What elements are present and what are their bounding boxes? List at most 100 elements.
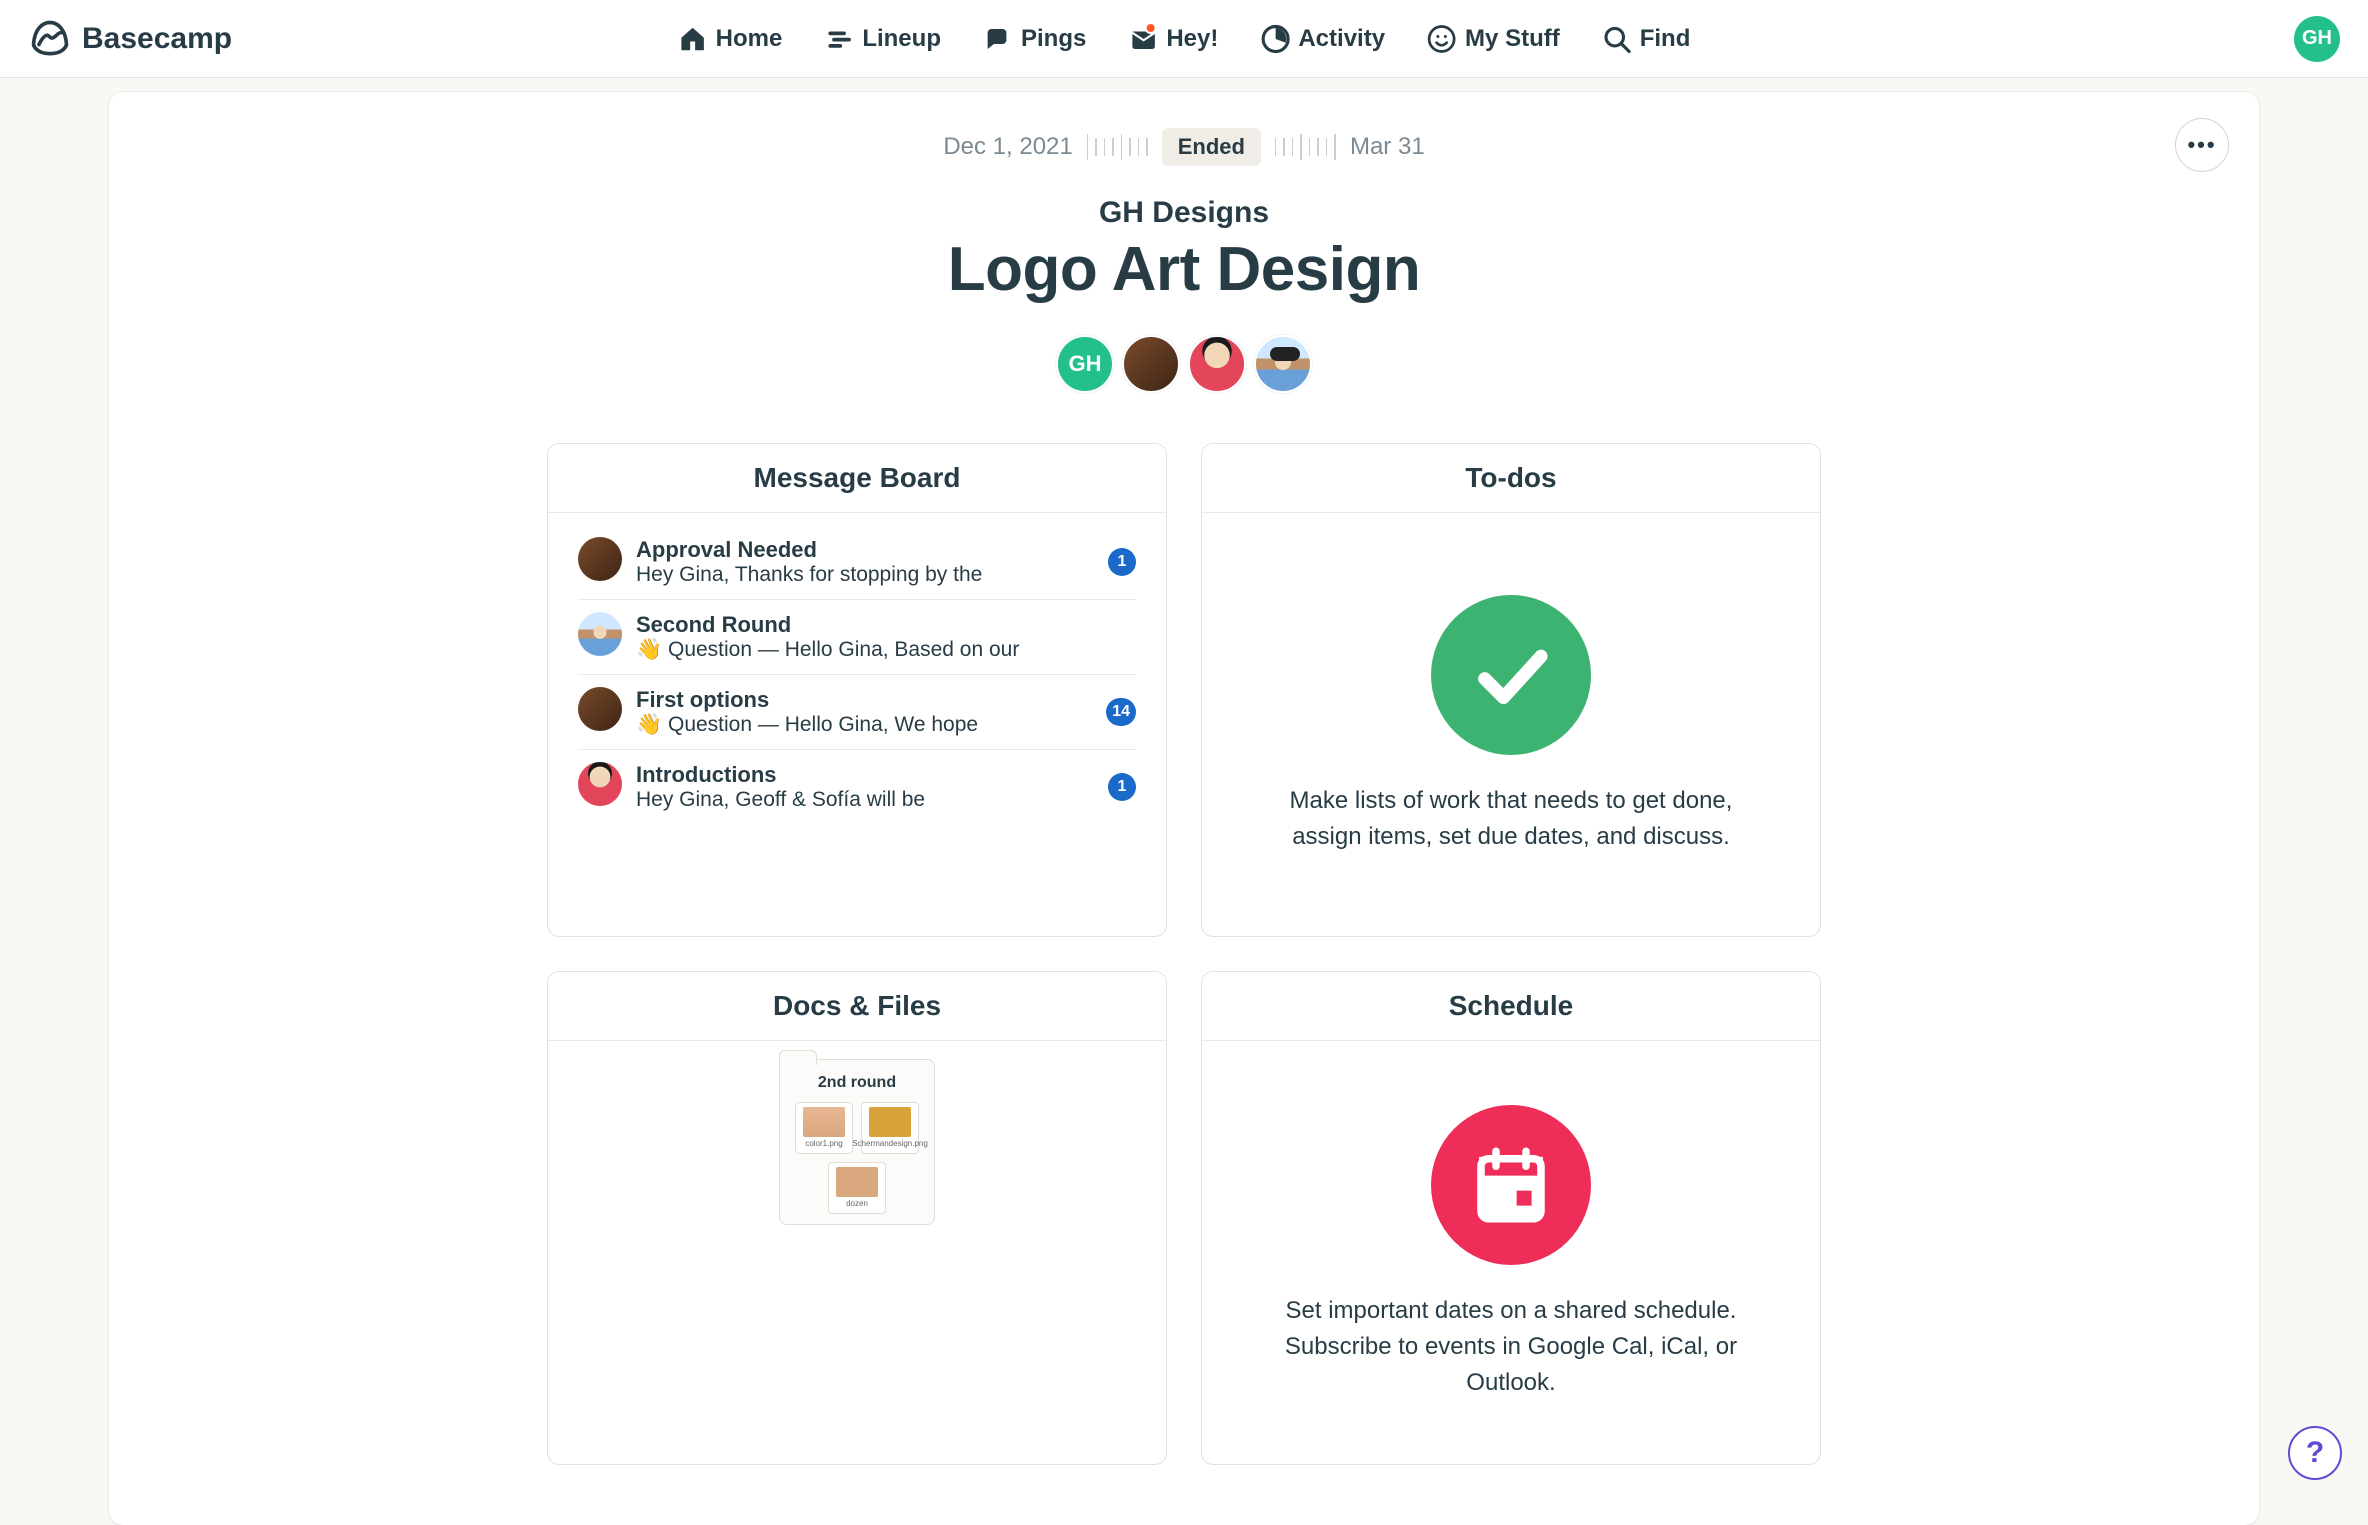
card-message-board[interactable]: Message Board Approval Needed Hey Gina, … (547, 443, 1167, 937)
message-avatar (578, 612, 622, 656)
file-swatch (869, 1107, 911, 1137)
message-item[interactable]: Second Round 👋 Question — Hello Gina, Ba… (578, 600, 1136, 675)
message-badge: 1 (1108, 773, 1136, 801)
message-text: Second Round 👋 Question — Hello Gina, Ba… (636, 612, 1136, 662)
nav-mystuff[interactable]: My Stuff (1427, 24, 1560, 54)
help-icon: ? (2306, 1436, 2324, 1470)
top-nav: Basecamp Home Lineup Pings Hey! Activity… (0, 0, 2368, 78)
org-name: GH Designs (149, 196, 2219, 230)
nav-find[interactable]: Find (1602, 24, 1691, 54)
todos-icon (1431, 595, 1591, 755)
nav-activity-label: Activity (1298, 25, 1385, 53)
nav-activity[interactable]: Activity (1260, 24, 1385, 54)
message-list: Approval Needed Hey Gina, Thanks for sto… (578, 513, 1136, 824)
project-members[interactable]: GH (149, 335, 2219, 393)
message-title: Introductions (636, 762, 1096, 788)
schedule-desc: Set important dates on a shared schedule… (1262, 1293, 1760, 1401)
member-avatar[interactable] (1122, 335, 1180, 393)
project-more-button[interactable]: ••• (2175, 118, 2229, 172)
card-docs-files[interactable]: Docs & Files 2nd round color1.png Scherm… (547, 971, 1167, 1465)
home-icon (678, 24, 708, 54)
nav-pings[interactable]: Pings (983, 24, 1086, 54)
message-title: Second Round (636, 612, 1096, 638)
nav-pings-label: Pings (1021, 25, 1086, 53)
member-avatar[interactable] (1254, 335, 1312, 393)
brand-name: Basecamp (82, 22, 232, 56)
message-avatar (578, 537, 622, 581)
message-text: First options 👋 Question — Hello Gina, W… (636, 687, 1136, 737)
nav-hey[interactable]: Hey! (1128, 24, 1218, 54)
activity-icon (1260, 24, 1290, 54)
nav-lineup-label: Lineup (862, 25, 941, 53)
file-thumb[interactable]: dozen (828, 1162, 886, 1214)
lineup-icon (824, 24, 854, 54)
current-user-initials: GH (2302, 27, 2332, 50)
card-title: Schedule (1202, 972, 1820, 1041)
message-item[interactable]: First options 👋 Question — Hello Gina, W… (578, 675, 1136, 750)
nav-mystuff-label: My Stuff (1465, 25, 1560, 53)
message-item[interactable]: Introductions Hey Gina, Geoff & Sofía wi… (578, 750, 1136, 824)
tools-grid: Message Board Approval Needed Hey Gina, … (149, 443, 2219, 1465)
current-user-avatar[interactable]: GH (2294, 16, 2340, 62)
card-title: Docs & Files (548, 972, 1166, 1041)
timeline-ticks-right (1275, 134, 1336, 160)
nav-find-label: Find (1640, 25, 1691, 53)
basecamp-logo-icon (28, 17, 72, 61)
message-title: Approval Needed (636, 537, 1096, 563)
help-button[interactable]: ? (2288, 1426, 2342, 1480)
message-text: Introductions Hey Gina, Geoff & Sofía wi… (636, 762, 1136, 812)
nav-home-label: Home (716, 25, 783, 53)
message-title: First options (636, 687, 1096, 713)
checkmark-icon (1466, 630, 1556, 720)
card-schedule[interactable]: Schedule Set important dates on a shared… (1201, 971, 1821, 1465)
nav-home[interactable]: Home (678, 24, 783, 54)
message-avatar (578, 762, 622, 806)
file-thumb[interactable]: color1.png (795, 1102, 853, 1154)
nav-lineup[interactable]: Lineup (824, 24, 941, 54)
message-item[interactable]: Approval Needed Hey Gina, Thanks for sto… (578, 525, 1136, 600)
message-preview: 👋 Question — Hello Gina, Based on our (636, 638, 1096, 662)
more-icon: ••• (2187, 132, 2216, 158)
card-title: Message Board (548, 444, 1166, 513)
docs-body: 2nd round color1.png Schermandesign.png (548, 1041, 1166, 1464)
timeline-ticks-left (1087, 134, 1148, 160)
page-wrap: ••• Dec 1, 2021 Ended Mar 31 GH Designs … (0, 78, 2368, 1525)
message-avatar (578, 687, 622, 731)
message-preview: 👋 Question — Hello Gina, We hope (636, 713, 1096, 737)
message-preview: Hey Gina, Geoff & Sofía will be (636, 788, 1096, 812)
project-timeline: Dec 1, 2021 Ended Mar 31 (149, 128, 2219, 166)
message-text: Approval Needed Hey Gina, Thanks for sto… (636, 537, 1136, 587)
file-swatch (836, 1167, 878, 1197)
file-swatch (803, 1107, 845, 1137)
project-title: Logo Art Design (149, 234, 2219, 305)
member-initials: GH (1069, 351, 1102, 377)
calendar-icon (1466, 1140, 1556, 1230)
pings-icon (983, 24, 1013, 54)
todos-desc: Make lists of work that needs to get don… (1262, 783, 1760, 855)
timeline-status-chip: Ended (1162, 128, 1261, 166)
brand-logo[interactable]: Basecamp (28, 17, 232, 61)
project-card: ••• Dec 1, 2021 Ended Mar 31 GH Designs … (109, 92, 2259, 1525)
message-preview: Hey Gina, Thanks for stopping by the (636, 563, 1096, 587)
timeline-start-date: Dec 1, 2021 (943, 133, 1072, 161)
message-badge: 1 (1108, 548, 1136, 576)
card-todos[interactable]: To-dos Make lists of work that needs to … (1201, 443, 1821, 937)
card-title: To-dos (1202, 444, 1820, 513)
nav-center: Home Lineup Pings Hey! Activity My Stuff… (678, 24, 1691, 54)
nav-hey-label: Hey! (1166, 25, 1218, 53)
search-icon (1602, 24, 1632, 54)
member-avatar[interactable]: GH (1056, 335, 1114, 393)
todos-body: Make lists of work that needs to get don… (1202, 513, 1820, 936)
message-board-body: Approval Needed Hey Gina, Thanks for sto… (548, 513, 1166, 936)
message-badge: 14 (1106, 698, 1136, 726)
hey-notification-dot (1144, 22, 1156, 34)
schedule-body: Set important dates on a shared schedule… (1202, 1041, 1820, 1464)
file-label: dozen (846, 1200, 868, 1209)
folder-thumbs: color1.png Schermandesign.png dozen (790, 1102, 924, 1214)
file-thumb[interactable]: Schermandesign.png (861, 1102, 919, 1154)
docs-folder[interactable]: 2nd round color1.png Schermandesign.png (779, 1059, 935, 1225)
file-label: color1.png (805, 1140, 842, 1149)
mystuff-icon (1427, 24, 1457, 54)
timeline-end-date: Mar 31 (1350, 133, 1425, 161)
member-avatar[interactable] (1188, 335, 1246, 393)
